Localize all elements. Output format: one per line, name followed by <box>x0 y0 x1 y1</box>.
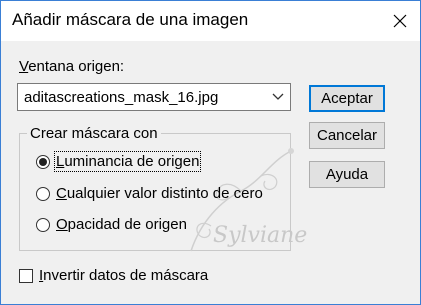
radio-any-nonzero-label: Cualquier valor distinto de cero <box>56 185 263 202</box>
cancel-button[interactable]: Cancelar <box>309 122 385 149</box>
invert-mask-checkbox[interactable]: Invertir datos de máscara <box>19 267 208 284</box>
radio-unchecked-icon <box>36 217 50 232</box>
checkbox-unchecked-icon <box>19 268 33 283</box>
help-button[interactable]: Ayuda <box>309 161 385 188</box>
title-bar[interactable]: Añadir máscara de una imagen <box>1 1 420 41</box>
close-icon <box>393 14 407 28</box>
radio-any-nonzero[interactable]: Cualquier valor distinto de cero <box>36 185 263 202</box>
close-button[interactable] <box>380 1 420 41</box>
accept-button[interactable]: Aceptar <box>309 85 385 112</box>
invert-mask-label: Invertir datos de máscara <box>39 267 209 284</box>
radio-source-opacity[interactable]: Opacidad de origen <box>36 216 187 233</box>
source-image-select[interactable]: aditascreations_mask_16.jpg <box>17 83 291 111</box>
radio-unchecked-icon <box>36 186 50 201</box>
mask-options-legend: Crear máscara con <box>27 125 161 142</box>
window-title: Añadir máscara de una imagen <box>12 10 249 29</box>
watermark-text: Sylviane <box>213 223 308 248</box>
mask-dialog: Añadir máscara de una imagen Ventana ori… <box>0 0 421 305</box>
radio-source-opacity-label: Opacidad de origen <box>56 216 187 233</box>
source-window-label: Ventana origen: <box>19 58 125 75</box>
chevron-down-icon <box>272 93 284 100</box>
radio-luminance-label: Luminancia de origen <box>53 151 202 172</box>
radio-luminance[interactable]: Luminancia de origen <box>36 151 202 172</box>
radio-checked-icon <box>36 154 50 169</box>
selected-file-name: aditascreations_mask_16.jpg <box>24 89 219 106</box>
